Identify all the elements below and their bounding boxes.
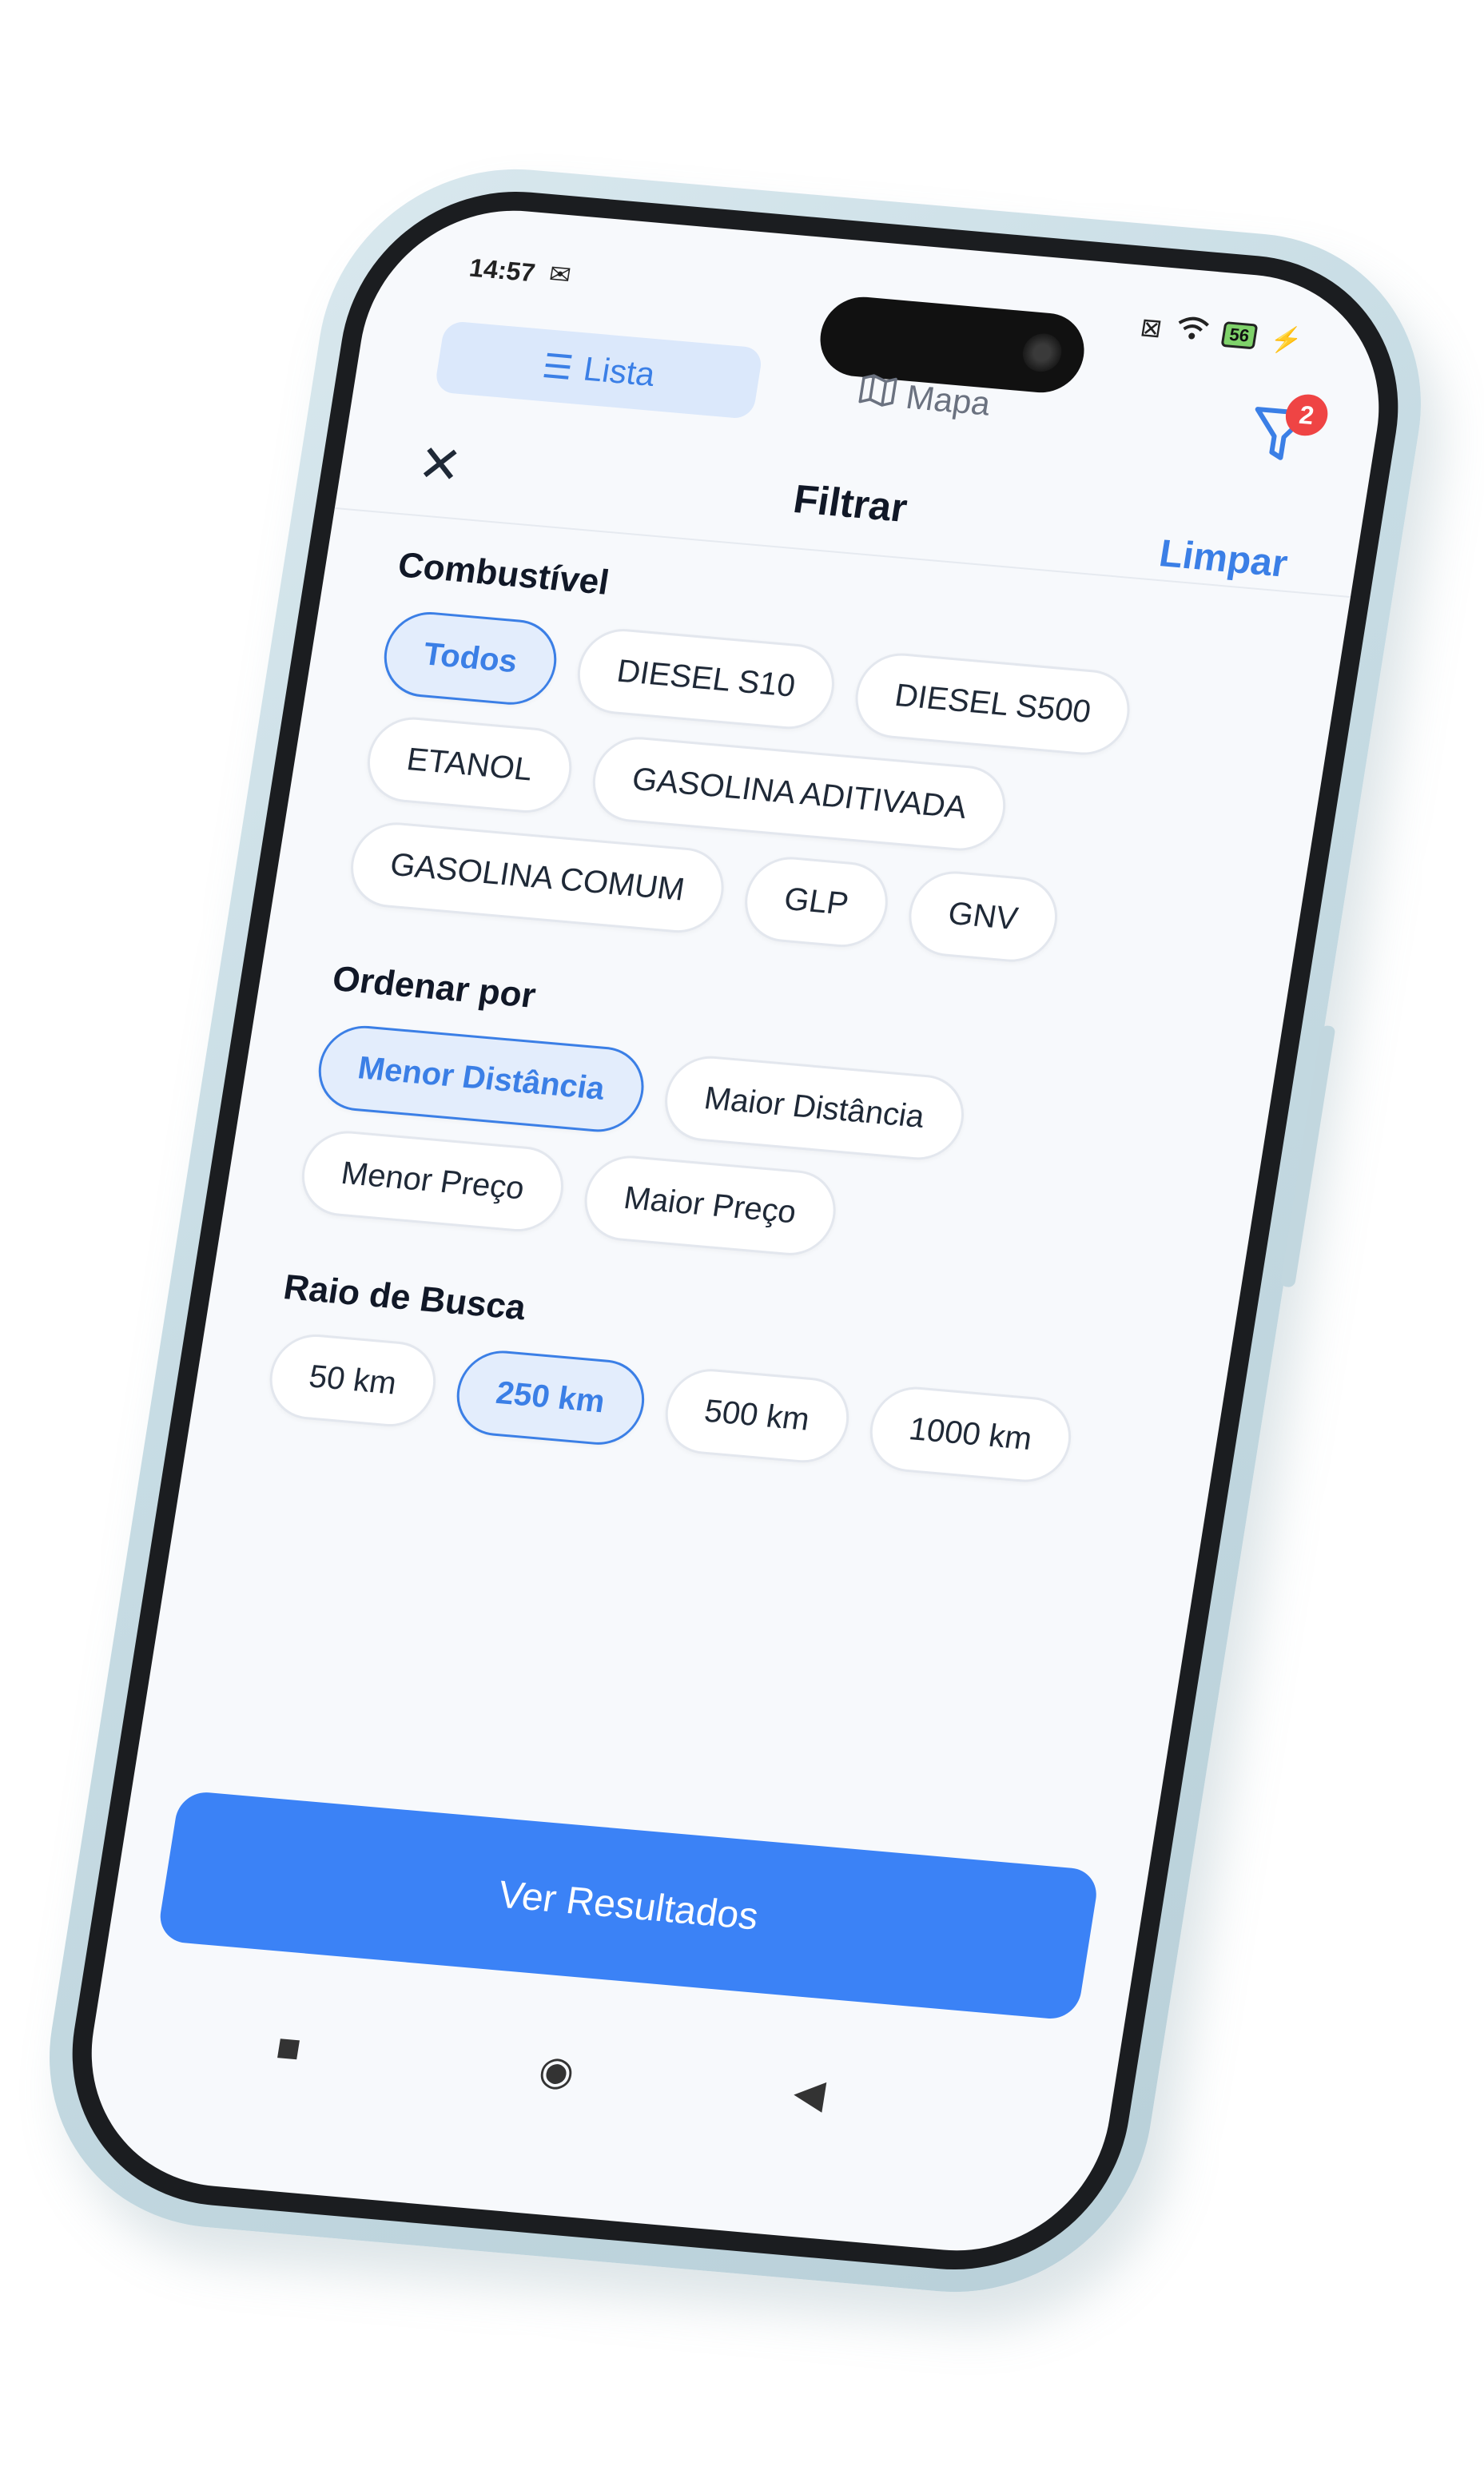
charging-icon: ⚡ bbox=[1268, 324, 1305, 356]
recents-icon[interactable]: ■ bbox=[273, 2023, 304, 2071]
camera-lens-icon bbox=[1020, 332, 1064, 374]
battery-icon: 56 bbox=[1220, 321, 1259, 350]
screen: 14:57 ✉ ⊠ 56 ⚡ ☰ Lista Mapa 2 ✕ Filtrar … bbox=[70, 198, 1400, 2263]
system-nav-bar: ■ ◉ ◀ bbox=[86, 1991, 1116, 2167]
status-time: 14:57 bbox=[467, 253, 538, 288]
tab-lista[interactable]: ☰ Lista bbox=[433, 320, 764, 420]
filter-button[interactable]: 2 bbox=[1241, 392, 1331, 476]
chip-menor-preco[interactable]: Menor Preço bbox=[296, 1128, 570, 1235]
gmail-icon: ✉ bbox=[547, 259, 574, 290]
tab-label: Lista bbox=[581, 349, 658, 393]
chip-gasolina-aditivada[interactable]: GASOLINA ADITIVADA bbox=[587, 733, 1013, 854]
status-indicators: ⊠ 56 ⚡ bbox=[1138, 312, 1304, 356]
back-icon[interactable]: ◀ bbox=[790, 2069, 828, 2118]
list-icon: ☰ bbox=[539, 346, 576, 387]
chip-maior-preco[interactable]: Maior Preço bbox=[578, 1151, 842, 1259]
chip-500km[interactable]: 500 km bbox=[658, 1365, 855, 1466]
wifi-icon bbox=[1174, 315, 1211, 348]
chip-diesel-s10[interactable]: DIESEL S10 bbox=[571, 625, 841, 733]
fuel-options: Todos DIESEL S10 DIESEL S500 ETANOL GASO… bbox=[344, 608, 1271, 981]
filter-content: Combustível Todos DIESEL S10 DIESEL S500… bbox=[255, 545, 1282, 1548]
chip-todos[interactable]: Todos bbox=[378, 608, 563, 709]
chip-menor-distancia[interactable]: Menor Distância bbox=[312, 1022, 650, 1136]
chip-250km[interactable]: 250 km bbox=[450, 1346, 650, 1449]
chip-gasolina-comum[interactable]: GASOLINA COMUM bbox=[344, 818, 730, 937]
chip-gnv[interactable]: GNV bbox=[902, 868, 1064, 966]
chip-glp[interactable]: GLP bbox=[738, 853, 894, 951]
chip-maior-distancia[interactable]: Maior Distância bbox=[658, 1052, 970, 1163]
chip-etanol[interactable]: ETANOL bbox=[361, 714, 579, 817]
home-icon[interactable]: ◉ bbox=[535, 2046, 578, 2095]
tab-label: Mapa bbox=[903, 377, 993, 423]
see-results-button[interactable]: Ver Resultados bbox=[156, 1790, 1100, 2021]
map-icon bbox=[857, 373, 898, 416]
chip-diesel-s500[interactable]: DIESEL S500 bbox=[849, 650, 1136, 759]
chip-50km[interactable]: 50 km bbox=[263, 1330, 442, 1430]
phone-device: 14:57 ✉ ⊠ 56 ⚡ ☰ Lista Mapa 2 ✕ Filtrar … bbox=[22, 153, 1448, 2308]
chip-1000km[interactable]: 1000 km bbox=[863, 1383, 1078, 1486]
sim-icon: ⊠ bbox=[1138, 312, 1164, 344]
